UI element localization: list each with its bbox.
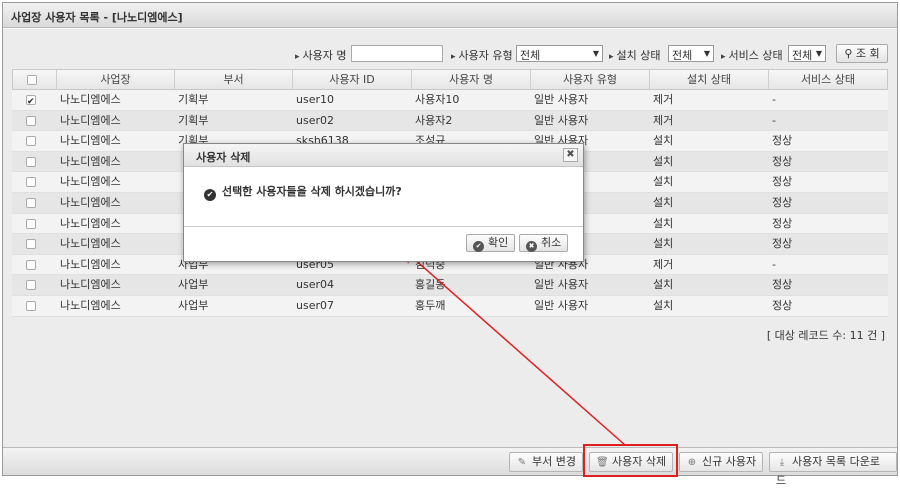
cancel-button[interactable]: ✖ 취소 [519, 234, 569, 252]
dialog-message: ✔ 선택한 사용자들을 삭제 하시겠습니까? [204, 183, 402, 201]
dialog-message-text: 선택한 사용자들을 삭제 하시겠습니까? [222, 185, 402, 198]
dialog-body: ✔ 선택한 사용자들을 삭제 하시겠습니까? [184, 168, 583, 226]
cancel-circle-icon: ✖ [526, 241, 537, 252]
check-circle-icon: ✔ [473, 241, 484, 252]
dialog-title: 사용자 삭제 [196, 151, 251, 164]
check-circle-icon: ✔ [204, 189, 216, 201]
dialog-header: 사용자 삭제 ✖ [184, 144, 583, 167]
cancel-label: 취소 [541, 236, 562, 249]
delete-confirm-dialog: 사용자 삭제 ✖ ✔ 선택한 사용자들을 삭제 하시겠습니까? ✔ 확인 ✖ 취소 [183, 143, 584, 262]
confirm-label: 확인 [488, 236, 509, 249]
close-icon[interactable]: ✖ [563, 148, 578, 162]
dialog-footer: ✔ 확인 ✖ 취소 [184, 226, 583, 261]
confirm-button[interactable]: ✔ 확인 [466, 234, 516, 252]
